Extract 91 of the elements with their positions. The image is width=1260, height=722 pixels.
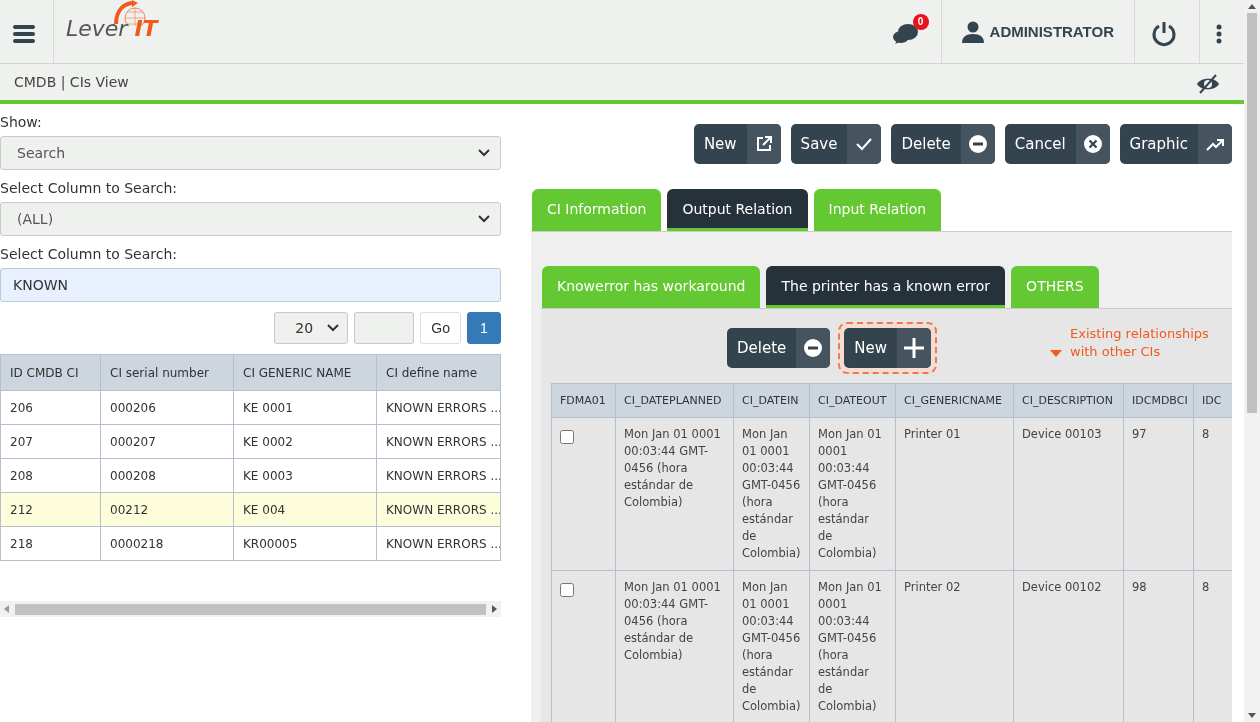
table-cell-text: Mon Jan 01 0001 00:03:44 GMT-0456 (hora estándar de Colombia) [742,580,801,713]
tab[interactable]: Output Relation [667,189,808,231]
table-cell-text: 8 [1202,427,1210,441]
column-header[interactable]: IDC [1193,383,1232,418]
toolbar-button[interactable]: New [693,124,781,164]
external-link-icon [755,136,772,152]
table-cell: KE 0002 [233,424,377,459]
scroll-up-icon [1248,4,1256,9]
user-menu-button[interactable]: ADMINISTRATOR [953,20,1122,43]
action-button[interactable]: Delete [727,328,831,368]
annotation-text: Existing relationships with other CIs [1070,325,1210,361]
chat-bubbles-icon [892,21,919,46]
table-cell: 218 [0,526,101,561]
scroll-left-icon [4,605,9,613]
table-cell-text: 98 [1132,580,1147,594]
column-header[interactable]: CI_GENERICNAME [895,383,1014,418]
go-button[interactable]: Go [420,312,461,344]
column-header[interactable]: CI_DATEIN [733,383,810,418]
field-label: Select Column to Search: [0,180,179,196]
chat-notifications-button[interactable]: 0 [888,13,929,50]
more-vertical-icon [1216,23,1222,44]
table-cell: KE 0003 [233,458,377,493]
minus-circle-icon [968,135,987,153]
toolbar-button[interactable]: Save [790,124,882,164]
table-cell-text: Mon Jan 01 0001 00:03:44 GMT-0456 (hora estándar de Colombia) [624,427,721,509]
table-cell-text: Mon Jan 01 0001 00:03:44 GMT-0456 (hora estándar de Colombia) [818,580,882,713]
table-cell: KR00005 [233,526,377,561]
row-checkbox[interactable] [560,583,574,597]
text-input-field[interactable]: KNOWN [0,268,501,302]
column-header[interactable]: CI GENERIC NAME [233,354,377,391]
table-cell: 206 [0,390,101,425]
table-cell: 000206 [100,390,234,425]
menu-icon [12,24,35,43]
table-cell: 212 [0,492,101,527]
select-field[interactable]: Search [0,136,501,170]
table-cell-text: Device 00102 [1022,580,1102,594]
chevron-down-icon [327,324,340,332]
triangle-pointer-icon [1050,350,1062,357]
page-input-field[interactable] [354,312,415,344]
chevron-down-icon [478,149,490,157]
column-header[interactable]: CI_DATEPLANNED [615,383,734,418]
vertical-scrollbar[interactable] [1244,0,1260,722]
chevron-down-icon [478,215,490,223]
column-header[interactable]: CI_DESCRIPTION [1013,383,1124,418]
field-label: Select Column to Search: [0,246,179,262]
table-cell-text: Mon Jan 01 0001 00:03:44 GMT-0456 (hora estándar de Colombia) [624,580,721,662]
eye-off-icon [1196,74,1220,94]
scroll-down-icon [1248,713,1256,718]
table-cell-text: Device 00103 [1022,427,1102,441]
table-cell-text: Mon Jan 01 0001 00:03:44 GMT-0456 (hora estándar de Colombia) [818,427,882,560]
table-cell: 207 [0,424,101,459]
table-cell: 0000218 [100,526,234,561]
check-icon [856,137,873,151]
tab[interactable]: The printer has a known error [766,266,1006,308]
column-header[interactable]: ID CMDB CI [0,354,101,391]
close-circle-icon [1083,135,1102,153]
column-header[interactable]: IDCMDBCI [1123,383,1194,418]
table-cell: 00212 [100,492,234,527]
table-cell: 000207 [100,424,234,459]
trend-icon [1206,137,1224,151]
table-cell-text: Mon Jan 01 0001 00:03:44 GMT-0456 (hora estándar de Colombia) [742,427,801,560]
table-cell-text: Printer 02 [904,580,961,594]
table-cell-text: 8 [1202,580,1210,594]
horizontal-scrollbar[interactable] [0,601,501,617]
column-header[interactable]: CI serial number [100,354,234,391]
user-icon [961,20,984,43]
page-size-select[interactable]: 20 [274,312,349,344]
toolbar-button[interactable]: Delete [891,124,995,164]
action-button[interactable]: New [844,328,931,368]
column-header[interactable]: FDMA01 [551,383,616,418]
table-cell: 208 [0,458,101,493]
page-button[interactable]: 1 [467,312,501,344]
toolbar-button[interactable]: Graphic [1119,124,1232,164]
minus-circle-icon [804,339,823,357]
row-checkbox[interactable] [560,430,574,444]
power-icon [1151,20,1177,47]
select-field[interactable]: (ALL) [0,202,501,236]
table-cell: KE 0001 [233,390,377,425]
breadcrumb: CMDB | CIs View [14,74,129,90]
field-label: Show: [0,114,43,130]
table-cell-text: 97 [1132,427,1147,441]
scroll-right-icon [492,605,497,613]
toolbar-button[interactable]: Cancel [1004,124,1110,164]
notification-count-badge: 0 [912,13,929,30]
plus-icon [903,337,925,359]
column-header[interactable]: CI define name [376,354,501,391]
logo-text: Lever IT [66,18,158,40]
table-cell-text: Printer 01 [904,427,961,441]
table-cell: 000208 [100,458,234,493]
table-cell: KE 004 [233,492,377,527]
column-header[interactable]: CI_DATEOUT [809,383,896,418]
